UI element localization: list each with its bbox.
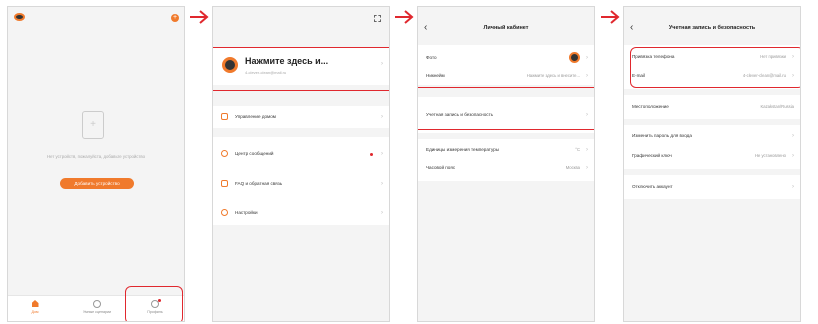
row-value: Не установлено [754,153,786,158]
header: ‹ Личный кабинет [418,19,594,37]
menu-label: FAQ и обратная связь [235,181,283,186]
arrow-right-icon [600,10,620,24]
page-title: Учетная запись и безопасность [668,25,756,31]
row-label: Отключить аккаунт [632,184,673,189]
chevron-right-icon: › [792,184,794,190]
menu-card-1: Управление домом › [213,106,389,128]
row-label: Фото [426,55,437,60]
row-value: Нажмите здесь и внесите... [526,73,580,78]
nav-home[interactable]: Дом [22,300,48,314]
header: ‹ Учетная запись и безопасность [624,19,800,37]
chevron-right-icon: › [792,133,794,139]
nav-scenes-label: Умные сценарии [83,310,111,314]
highlight-account-security [418,87,594,130]
scan-icon[interactable] [374,15,381,22]
chevron-right-icon: › [586,147,588,153]
row-value: Kazakstan/Russia [760,104,794,109]
menu-label: Настройки [235,210,258,215]
row-value: °C [575,147,580,152]
chevron-right-icon: › [381,114,383,120]
chevron-right-icon: › [381,151,383,157]
row-label: Единицы измерения температуры [426,147,500,152]
back-icon[interactable]: ‹ [630,19,633,37]
empty-state-text: Нет устройств, пожалуйста, добавьте устр… [46,154,145,159]
chevron-right-icon: › [586,165,588,171]
nav-scenes[interactable]: Умные сценарии [82,300,112,314]
menu-label: Управление домом [235,114,276,119]
row-photo[interactable]: Фото › [426,51,588,65]
message-icon [221,150,228,157]
avatar [569,52,580,63]
chevron-right-icon: › [586,55,588,61]
unread-dot [370,153,373,156]
settings-card-1: Фото › Никнейм Нажмите здесь и внесите... › [418,45,594,85]
settings-card-3: Единицы измерения температуры °C › Часовой… [418,139,594,181]
add-device-button[interactable]: Добавить устройство [60,178,134,189]
highlight-phone-email [630,47,800,88]
account-card-4: Отключить аккаунт › [624,175,800,199]
faq-icon [221,180,228,187]
page-title: Личный кабинет [483,25,529,31]
row-label: Графический ключ [632,153,672,158]
logo-icon [14,13,25,21]
chevron-right-icon: › [792,153,794,159]
highlight-profile-card [213,47,389,91]
chevron-right-icon: › [381,210,383,216]
account-card-2: Местоположение Kazakstan/Russia [624,95,800,119]
screen-personal-cabinet: ‹ Личный кабинет Фото › Никнейм Нажмите зде… [417,6,595,322]
chevron-right-icon: › [381,181,383,187]
home-icon [31,300,39,307]
row-location[interactable]: Местоположение Kazakstan/Russia [632,100,794,114]
screen-profile: Нажмите здесь и... 4-clever-clean@mail.r… [212,6,390,322]
home-icon [221,113,228,120]
row-label: Часовой пояс [426,165,456,170]
menu-item-messages[interactable]: Центр сообщений › [235,147,383,161]
row-value: Москва [565,165,580,170]
menu-item-settings[interactable]: Настройки › [235,206,383,220]
scenes-icon [93,300,101,308]
row-label: Никнейм [426,73,445,78]
row-change-password[interactable]: Изменить пароль для входа › [632,129,794,143]
account-card-3: Изменить пароль для входа › Графический к… [624,125,800,169]
screen-account-security: ‹ Учетная запись и безопасность Привязка … [623,6,801,322]
row-disable-account[interactable]: Отключить аккаунт › [632,180,794,194]
arrow-right-icon [189,10,209,24]
chevron-right-icon: › [586,73,588,79]
menu-item-faq[interactable]: FAQ и обратная связь › [235,177,383,191]
arrow-right-icon [394,10,414,24]
add-device-icon[interactable]: + [171,14,179,22]
empty-doc-icon: + [82,111,104,139]
menu-card-2: Центр сообщений › FAQ и обратная связь › Н… [213,137,389,225]
menu-item-home[interactable]: Управление домом › [235,110,383,124]
highlight-profile [125,286,183,321]
row-label: Изменить пароль для входа [632,133,692,138]
nav-home-label: Дом [31,310,39,314]
row-temperature-units[interactable]: Единицы измерения температуры °C › [426,143,588,157]
back-icon[interactable]: ‹ [424,19,427,37]
row-pattern-lock[interactable]: Графический ключ Не установлено › [632,149,794,163]
row-label: Местоположение [632,104,669,109]
screen-home: + + Нет устройств, пожалуйста, добавьте … [7,6,185,322]
row-nickname[interactable]: Никнейм Нажмите здесь и внесите... › [426,69,588,83]
menu-label: Центр сообщений [235,151,274,156]
gear-icon [221,209,228,216]
row-timezone[interactable]: Часовой пояс Москва › [426,161,588,175]
